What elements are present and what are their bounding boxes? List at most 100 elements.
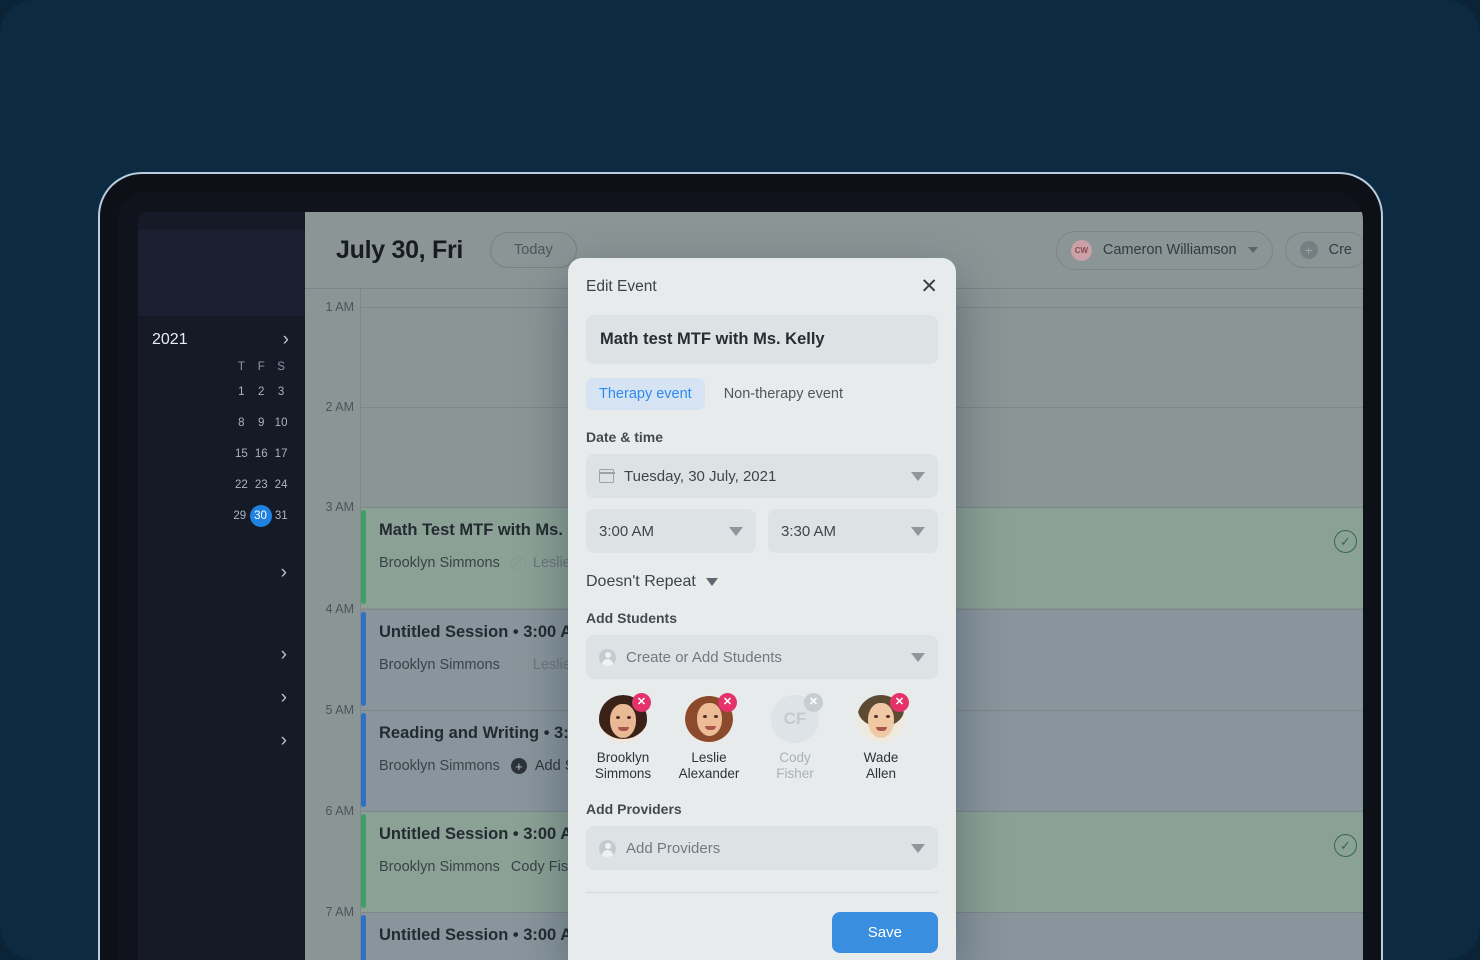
person-icon xyxy=(599,648,616,666)
close-icon[interactable]: ✕ xyxy=(920,276,938,297)
student-chip[interactable]: ✕ Wade Allen xyxy=(848,693,914,782)
day-cell[interactable] xyxy=(212,381,232,403)
chevron-down-icon[interactable] xyxy=(705,578,718,586)
chevron-down-icon[interactable] xyxy=(911,526,925,536)
day-cell[interactable]: 9 xyxy=(251,412,271,434)
day-cell[interactable]: 10 xyxy=(271,412,291,434)
chevron-down-icon[interactable] xyxy=(1247,247,1258,253)
sidebar-row[interactable]: › xyxy=(138,719,305,762)
create-button[interactable]: + Cre xyxy=(1284,232,1363,268)
dow-cell: F xyxy=(257,361,265,373)
student-chip[interactable]: ✕ Leslie Alexander xyxy=(676,693,742,782)
chevron-down-icon[interactable] xyxy=(729,526,743,536)
end-time-select[interactable]: 3:30 AM xyxy=(768,509,938,553)
save-button[interactable]: Save xyxy=(831,912,938,953)
day-cell[interactable]: 29 xyxy=(230,505,250,527)
day-cell[interactable]: 17 xyxy=(271,443,291,465)
chevron-right-icon[interactable]: › xyxy=(281,731,287,750)
day-cell[interactable] xyxy=(191,505,211,527)
day-cell[interactable]: 15 xyxy=(231,443,251,465)
day-cell[interactable]: 24 xyxy=(271,474,291,496)
day-cell[interactable] xyxy=(152,474,172,496)
day-cell[interactable]: 8 xyxy=(231,412,251,434)
chevron-right-icon[interactable]: › xyxy=(283,330,289,349)
chevron-down-icon[interactable] xyxy=(911,652,925,662)
date-select[interactable]: Tuesday, 30 July, 2021 xyxy=(586,454,938,498)
day-cell[interactable] xyxy=(212,443,232,465)
remove-icon[interactable]: ✕ xyxy=(890,693,909,712)
add-providers-select[interactable]: Add Providers xyxy=(586,826,938,870)
person-icon xyxy=(599,839,616,857)
check-circle-icon[interactable]: ✓ xyxy=(1334,530,1357,553)
remove-icon[interactable]: ✕ xyxy=(718,693,737,712)
chevron-right-icon[interactable]: › xyxy=(281,645,287,664)
day-cell[interactable]: 23 xyxy=(251,474,271,496)
day-cell[interactable] xyxy=(172,443,192,465)
day-cell[interactable]: 31 xyxy=(272,505,292,527)
day-cell[interactable] xyxy=(192,381,212,403)
mini-calendar: 2021 › T F S 1 2 3 8 9 10 15 16 17 22 23… xyxy=(138,330,305,527)
event-owner: Brooklyn Simmons xyxy=(379,657,500,673)
check-circle-icon[interactable]: ✓ xyxy=(1334,834,1357,857)
day-cell[interactable] xyxy=(211,505,231,527)
today-button[interactable]: Today xyxy=(490,232,577,268)
sidebar-row[interactable]: › xyxy=(138,551,305,594)
day-cell[interactable] xyxy=(152,381,172,403)
hour-label: 6 AM xyxy=(325,804,355,818)
calendar-icon xyxy=(598,469,615,483)
tab-non-therapy-event[interactable]: Non-therapy event xyxy=(711,378,856,410)
remove-icon[interactable]: ✕ xyxy=(632,693,651,712)
edit-event-modal: Edit Event ✕ Therapy event Non-therapy e… xyxy=(568,258,956,960)
day-cell[interactable]: 3 xyxy=(271,381,291,403)
remove-icon[interactable]: ✕ xyxy=(804,693,823,712)
day-cell[interactable] xyxy=(212,412,232,434)
day-cell-today[interactable]: 30 xyxy=(249,505,272,527)
add-students-placeholder: Create or Add Students xyxy=(626,648,782,666)
student-chip[interactable]: CF ✕ Cody Fisher xyxy=(762,693,828,782)
sidebar: 2021 › T F S 1 2 3 8 9 10 15 16 17 22 23… xyxy=(138,212,305,960)
sidebar-row[interactable]: › xyxy=(138,633,305,676)
event-color-bar xyxy=(361,510,366,604)
day-cell[interactable] xyxy=(172,381,192,403)
day-cell[interactable] xyxy=(172,474,192,496)
day-cell[interactable] xyxy=(152,443,172,465)
day-cell[interactable] xyxy=(152,412,172,434)
sidebar-list: › › › › xyxy=(138,551,305,762)
add-students-select[interactable]: Create or Add Students xyxy=(586,635,938,679)
day-cell[interactable] xyxy=(152,505,172,527)
modal-header: Edit Event ✕ xyxy=(568,258,956,297)
sidebar-top-block xyxy=(138,230,305,316)
dow-cell xyxy=(152,361,172,373)
student-chip-name: Leslie Alexander xyxy=(678,750,740,781)
repeat-select[interactable]: Doesn't Repeat xyxy=(586,573,938,591)
chevron-down-icon[interactable] xyxy=(911,471,925,481)
event-name-input[interactable] xyxy=(586,315,938,364)
day-cell[interactable]: 16 xyxy=(251,443,271,465)
day-cell[interactable] xyxy=(192,412,212,434)
day-cell[interactable] xyxy=(172,505,192,527)
sidebar-row[interactable]: › xyxy=(138,676,305,719)
student-chip[interactable]: ✕ Brooklyn Simmons xyxy=(590,693,656,782)
day-cell[interactable]: 1 xyxy=(231,381,251,403)
event-color-bar xyxy=(361,713,366,807)
day-cell[interactable]: 22 xyxy=(231,474,251,496)
hour-label: 1 AM xyxy=(325,300,355,314)
day-cell[interactable] xyxy=(172,412,192,434)
day-cell[interactable] xyxy=(192,474,212,496)
mini-calendar-week: 22 23 24 xyxy=(152,474,291,496)
user-pill[interactable]: CW Cameron Williamson xyxy=(1055,230,1273,270)
event-color-bar xyxy=(361,915,366,960)
tab-therapy-event[interactable]: Therapy event xyxy=(586,378,705,410)
chevron-down-icon[interactable] xyxy=(911,843,925,853)
day-cell[interactable]: 2 xyxy=(251,381,271,403)
chevron-right-icon[interactable]: › xyxy=(281,688,287,707)
dow-cell xyxy=(192,361,212,373)
day-cell[interactable] xyxy=(192,443,212,465)
day-cell[interactable] xyxy=(212,474,232,496)
create-button-label: Cre xyxy=(1328,242,1352,258)
student-chip-name: Cody Fisher xyxy=(776,750,814,781)
chevron-right-icon[interactable]: › xyxy=(281,563,287,582)
hour-label: 5 AM xyxy=(325,703,355,717)
user-pill-label: Cameron Williamson xyxy=(1102,242,1237,258)
start-time-select[interactable]: 3:00 AM xyxy=(586,509,756,553)
